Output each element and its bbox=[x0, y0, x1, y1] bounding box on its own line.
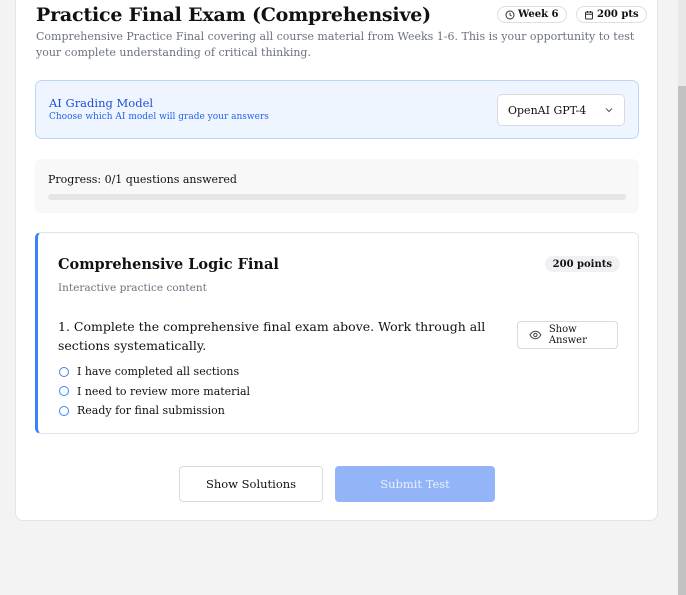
points-badge: 200 pts bbox=[576, 6, 647, 23]
ai-grading-title: AI Grading Model bbox=[49, 96, 154, 110]
answer-option-label: I need to review more material bbox=[77, 384, 251, 398]
ai-grading-subtitle: Choose which AI model will grade your an… bbox=[49, 112, 269, 122]
answer-option[interactable]: I need to review more material bbox=[59, 382, 250, 402]
question-card: Comprehensive Logic Final 200 points Int… bbox=[35, 232, 639, 434]
points-label: 200 pts bbox=[597, 9, 639, 20]
progress-text: Progress: 0/1 questions answered bbox=[48, 173, 237, 186]
week-label: Week 6 bbox=[518, 9, 559, 20]
show-answer-button[interactable]: Show Answer bbox=[517, 321, 618, 349]
radio-button[interactable] bbox=[59, 405, 69, 416]
scrollbar-thumb[interactable] bbox=[678, 86, 686, 595]
question-points-badge: 200 points bbox=[544, 256, 620, 272]
question-card-subtitle: Interactive practice content bbox=[58, 282, 207, 294]
calendar-icon bbox=[585, 10, 593, 19]
exam-description: Comprehensive Practice Final covering al… bbox=[36, 30, 635, 59]
chevron-down-icon bbox=[605, 108, 613, 113]
progress-bar bbox=[48, 194, 626, 200]
question-text: 1. Complete the comprehensive final exam… bbox=[58, 319, 486, 353]
question-card-title: Comprehensive Logic Final bbox=[58, 256, 279, 273]
answer-options: I have completed all sections I need to … bbox=[59, 362, 250, 421]
show-answer-label: Show Answer bbox=[548, 324, 587, 346]
ai-model-select[interactable]: OpenAI GPT-4 bbox=[497, 94, 625, 126]
clock-icon bbox=[505, 10, 515, 19]
answer-option[interactable]: I have completed all sections bbox=[59, 362, 250, 382]
radio-button[interactable] bbox=[59, 386, 69, 397]
show-solutions-button[interactable]: Show Solutions bbox=[179, 466, 323, 502]
ai-model-value: OpenAI GPT-4 bbox=[508, 103, 587, 117]
radio-button[interactable] bbox=[59, 366, 69, 377]
submit-test-button[interactable]: Submit Test bbox=[335, 466, 495, 502]
answer-option[interactable]: Ready for final submission bbox=[59, 401, 250, 421]
progress-panel: Progress: 0/1 questions answered bbox=[35, 159, 639, 213]
week-badge: Week 6 bbox=[497, 6, 567, 23]
scrollbar[interactable] bbox=[678, 0, 686, 595]
ai-grading-panel: AI Grading Model Choose which AI model w… bbox=[35, 80, 639, 139]
answer-option-label: I have completed all sections bbox=[77, 365, 240, 379]
eye-icon bbox=[529, 330, 542, 340]
page-title: Practice Final Exam (Comprehensive) bbox=[36, 4, 431, 26]
answer-option-label: Ready for final submission bbox=[77, 404, 225, 418]
